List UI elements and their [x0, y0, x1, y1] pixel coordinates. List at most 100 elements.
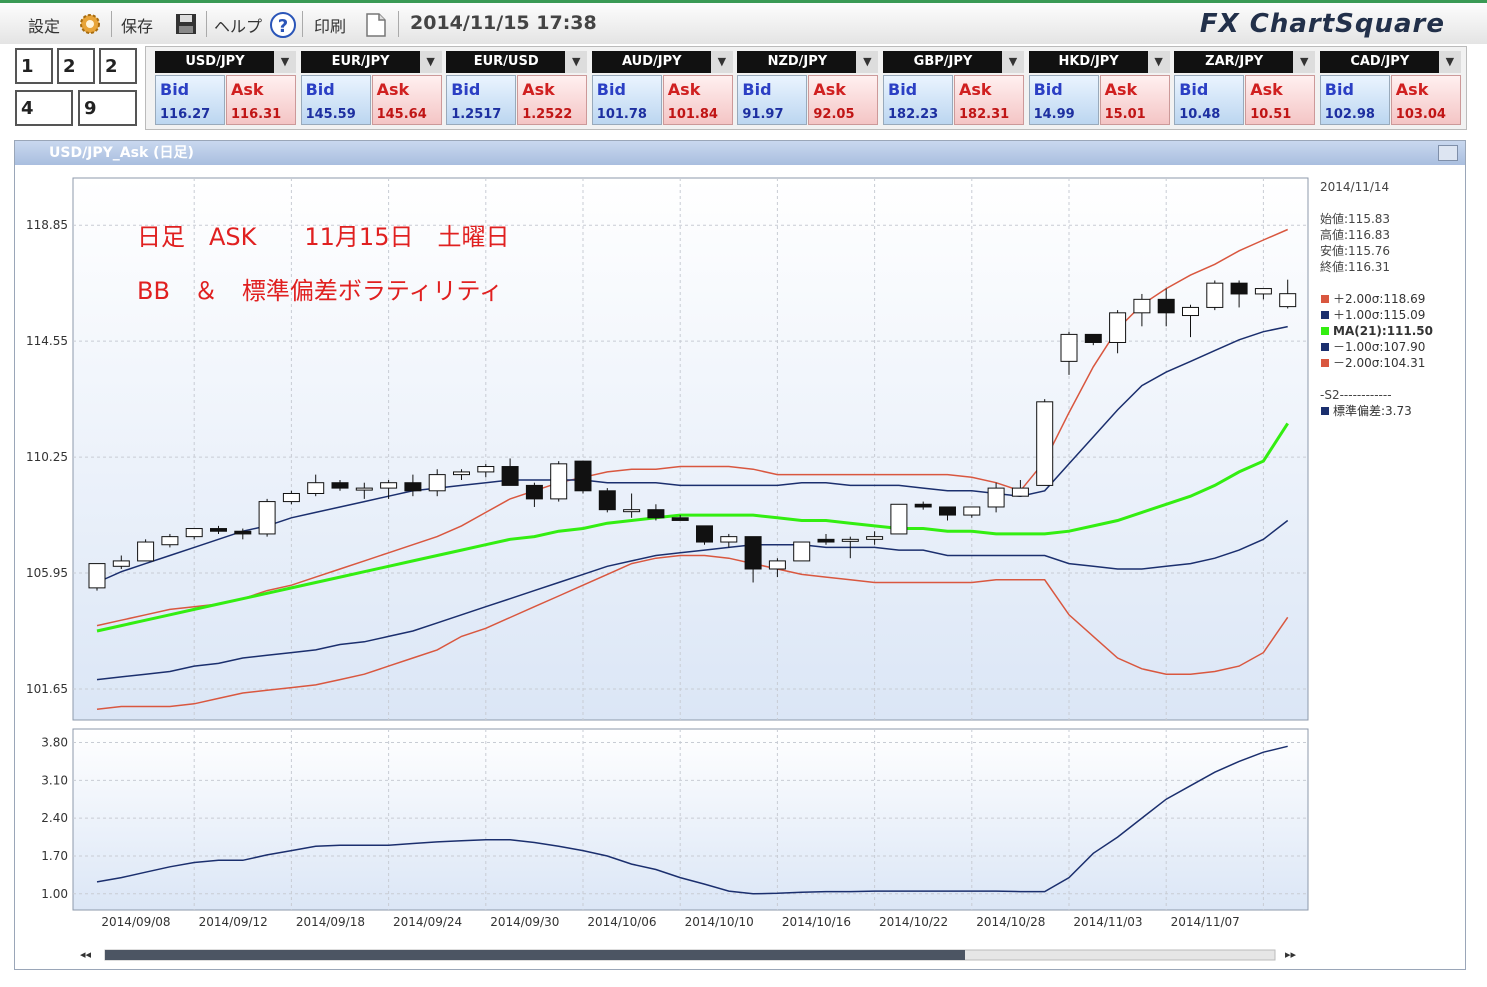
candle-body [1157, 298, 1175, 314]
candle-body [1011, 487, 1029, 497]
legend-label: －2.00σ:104.31 [1333, 356, 1425, 370]
sub-plot-area [72, 728, 1309, 911]
candle-body [161, 536, 179, 546]
info-sub-header: -S2------------ [1320, 388, 1392, 402]
candle-body [1206, 282, 1224, 308]
candle [88, 563, 106, 591]
candle [696, 525, 713, 545]
candle-body [355, 487, 373, 491]
info-ohlc: 始値:115.83 [1320, 211, 1390, 226]
y-tick-label: 3.80 [41, 736, 68, 750]
x-tick-label: 2014/09/18 [296, 915, 365, 929]
candle-body [866, 536, 884, 540]
candle-body [1279, 293, 1297, 308]
candle [550, 461, 568, 502]
candle-body [453, 471, 470, 476]
candle-body [112, 560, 130, 567]
legend-swatch [1321, 359, 1329, 367]
main-plot-area [72, 177, 1309, 721]
candle-body [1230, 282, 1248, 295]
candle-body [137, 541, 155, 562]
candle-body [647, 509, 665, 519]
candle-body [720, 536, 738, 543]
candle-body [380, 482, 398, 489]
candle-body [696, 525, 713, 543]
candle-body [331, 482, 349, 489]
candle-body [793, 541, 811, 562]
candle [1036, 399, 1054, 486]
scroll-right-button[interactable]: ▸▸ [1285, 948, 1297, 961]
legend-swatch [1321, 343, 1329, 351]
candle-body [939, 506, 956, 516]
x-tick-label: 2014/09/30 [490, 915, 559, 929]
candle [793, 541, 811, 562]
chart-canvas: 118.85 114.55 110.25 105.95 101.65 3.80 3.10 2.… [26, 177, 1433, 961]
candle-body [1254, 288, 1272, 295]
candle-body [1060, 333, 1078, 362]
x-tick-label: 2014/10/16 [782, 915, 851, 929]
y-tick-label: 110.25 [26, 450, 68, 464]
candle-body [1084, 333, 1102, 343]
candle-body [1182, 306, 1199, 317]
candle-body [914, 503, 932, 508]
y-tick-label: 2.40 [41, 811, 68, 825]
y-tick-label: 101.65 [26, 682, 68, 696]
legend-label: －1.00σ:107.90 [1333, 340, 1425, 354]
legend-label: MA(21):111.50 [1333, 324, 1433, 338]
y-tick-label: 1.00 [41, 887, 68, 901]
x-tick-label: 2014/11/03 [1073, 915, 1142, 929]
info-ohlc: 高値:116.83 [1320, 227, 1390, 242]
candle-body [623, 509, 641, 513]
x-tick-label: 2014/10/10 [685, 915, 754, 929]
scrollbar-thumb[interactable] [105, 950, 965, 960]
candle-body [185, 528, 203, 538]
candle-body [477, 466, 495, 473]
legend-swatch [1321, 311, 1329, 319]
y-tick-label: 1.70 [41, 849, 68, 863]
candle-body [574, 460, 592, 492]
candle-body [307, 482, 325, 494]
candle-body [282, 492, 300, 503]
candle-body [88, 563, 106, 589]
candle [137, 539, 155, 562]
candle [258, 498, 276, 537]
candle-body [817, 538, 835, 543]
candle-body [234, 530, 252, 535]
candle-body [525, 484, 543, 500]
legend-swatch [1321, 295, 1329, 303]
x-tick-label: 2014/10/28 [976, 915, 1045, 929]
scroll-left-button[interactable]: ◂◂ [80, 948, 92, 961]
candle-body [744, 536, 762, 570]
legend-label: ＋2.00σ:118.69 [1333, 292, 1425, 306]
candle-body [890, 503, 908, 535]
candle-body [428, 474, 446, 492]
candle-body [258, 501, 276, 535]
candle-body [768, 560, 786, 570]
candle [598, 488, 616, 513]
candle-body [210, 528, 227, 532]
candle-body [1133, 298, 1151, 314]
candle [574, 460, 592, 494]
candle [890, 503, 908, 535]
annotation-line-1: 日足 ASK 11月15日 土曜日 [137, 223, 509, 251]
y-tick-label: 118.85 [26, 218, 68, 232]
y-tick-label: 114.55 [26, 334, 68, 348]
candle-body [598, 490, 616, 511]
x-tick-label: 2014/10/22 [879, 915, 948, 929]
x-tick-label: 2014/09/08 [101, 915, 170, 929]
legend-label: 標準偏差:3.73 [1333, 403, 1412, 418]
candle-body [1036, 401, 1054, 486]
candle-body [550, 463, 568, 500]
candle-body [501, 466, 519, 486]
candle [1206, 280, 1224, 311]
candle-body [841, 538, 859, 542]
info-ohlc: 安値:115.76 [1320, 243, 1390, 258]
candle-body [963, 506, 981, 516]
candle-body [671, 517, 689, 521]
candle-body [404, 482, 422, 492]
info-ohlc: 終値:116.31 [1320, 259, 1390, 274]
x-tick-label: 2014/10/06 [587, 915, 656, 929]
x-tick-label: 2014/09/24 [393, 915, 462, 929]
legend-label: ＋1.00σ:115.09 [1333, 308, 1425, 322]
candle-body [1109, 312, 1127, 343]
